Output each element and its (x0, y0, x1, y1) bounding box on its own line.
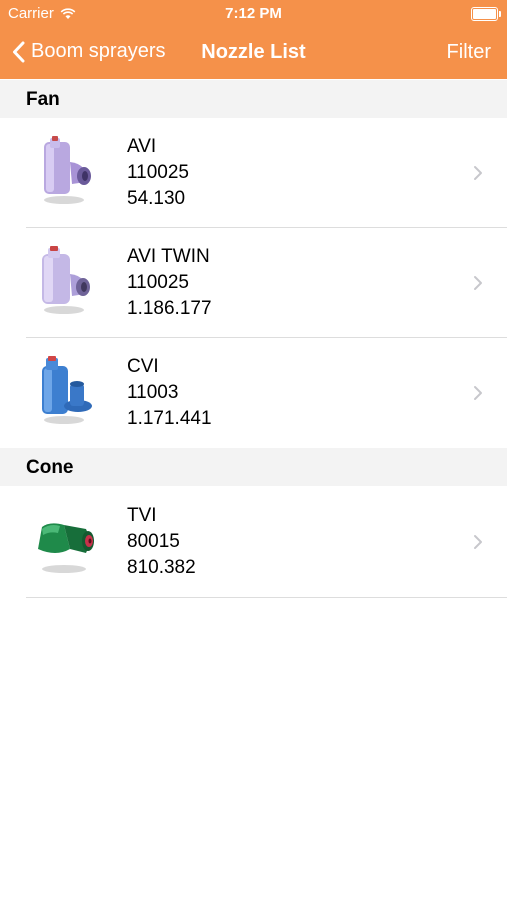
chevron-right-icon (474, 535, 482, 549)
navigation-bar: Boom sprayers Nozzle List Filter (0, 28, 507, 79)
item-text: AVI TWIN 110025 1.186.177 (127, 244, 212, 322)
row-separator (26, 597, 507, 598)
list-item-cvi[interactable]: CVI 11003 1.171.441 (0, 338, 507, 448)
chevron-right-icon (474, 166, 482, 180)
item-size: 110025 (127, 162, 189, 183)
item-code: 1.186.177 (127, 298, 212, 319)
list-item-avi[interactable]: AVI 110025 54.130 (0, 118, 507, 228)
item-text: TVI 80015 810.382 (127, 503, 196, 581)
battery-icon (471, 7, 501, 21)
item-size: 11003 (127, 382, 179, 403)
green-cone-nozzle-icon (38, 523, 94, 573)
back-label: Boom sprayers (31, 40, 166, 62)
back-button[interactable]: Boom sprayers (12, 40, 166, 63)
chevron-right-icon (474, 386, 482, 400)
status-time: 7:12 PM (225, 5, 282, 22)
item-code: 810.382 (127, 557, 196, 578)
section-title: Cone (26, 457, 74, 478)
list-item-avi-twin[interactable]: AVI TWIN 110025 1.186.177 (0, 228, 507, 338)
item-text: CVI 11003 1.171.441 (127, 354, 212, 432)
item-size: 80015 (127, 531, 180, 552)
section-header-cone: Cone (0, 448, 507, 486)
item-name: CVI (127, 356, 159, 377)
chevron-right-icon (474, 276, 482, 290)
purple-twin-nozzle-icon (42, 246, 90, 314)
item-size: 110025 (127, 272, 189, 293)
item-code: 1.171.441 (127, 408, 212, 429)
filter-button[interactable]: Filter (447, 41, 491, 64)
item-text: AVI 110025 54.130 (127, 134, 189, 212)
item-name: AVI TWIN (127, 246, 210, 267)
item-name: TVI (127, 505, 157, 526)
blue-fan-nozzle-icon (42, 356, 92, 424)
chevron-left-icon (13, 41, 25, 62)
item-name: AVI (127, 136, 157, 157)
status-bar: Carrier 7:12 PM (0, 0, 507, 28)
section-header-fan: Fan (0, 80, 507, 118)
section-title: Fan (26, 89, 60, 110)
list-item-tvi[interactable]: TVI 80015 810.382 (0, 487, 507, 597)
item-code: 54.130 (127, 188, 186, 209)
purple-fan-nozzle-icon (44, 136, 91, 204)
top-bar: Carrier 7:12 PM Boom sprayers Nozzle Lis… (0, 0, 507, 79)
